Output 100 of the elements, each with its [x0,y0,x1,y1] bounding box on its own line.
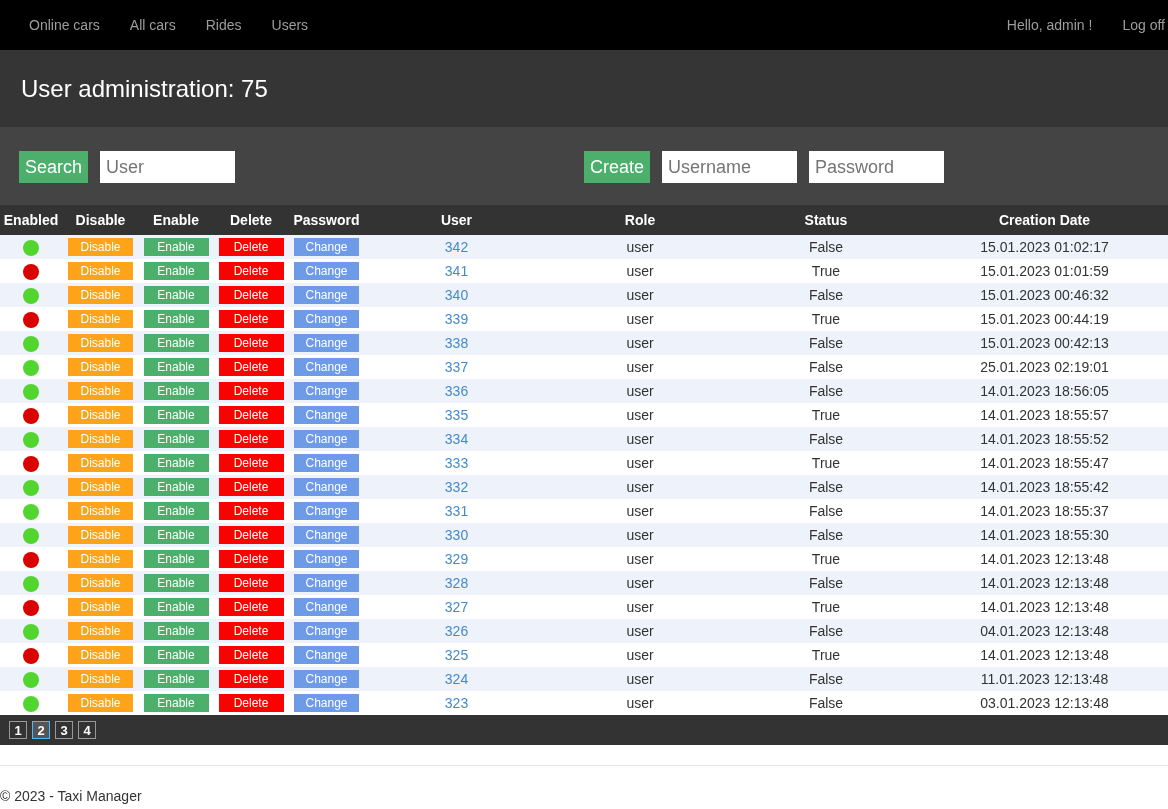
delete-button[interactable]: Delete [218,550,284,569]
user-link[interactable]: 339 [444,311,469,327]
disable-button[interactable]: Disable [68,286,133,305]
create-button[interactable]: Create [584,151,651,183]
disable-button[interactable]: Disable [68,430,133,449]
change-password-button[interactable]: Change [294,406,359,425]
password-field[interactable]: Password [809,151,945,183]
page-button[interactable]: 2 [32,721,50,739]
delete-button[interactable]: Delete [218,598,284,617]
disable-button[interactable]: Disable [68,646,133,665]
delete-button[interactable]: Delete [218,358,284,377]
disable-button[interactable]: Disable [68,358,133,377]
enable-button[interactable]: Enable [143,598,209,617]
enable-button[interactable]: Enable [143,478,209,497]
delete-button[interactable]: Delete [218,406,284,425]
enable-button[interactable]: Enable [143,502,209,521]
user-link[interactable]: 338 [444,335,469,351]
delete-button[interactable]: Delete [218,478,284,497]
nav-link[interactable]: Users [271,17,309,33]
delete-button[interactable]: Delete [218,238,284,257]
delete-button[interactable]: Delete [218,262,284,281]
change-password-button[interactable]: Change [294,622,359,641]
enable-button[interactable]: Enable [143,646,209,665]
disable-button[interactable]: Disable [68,694,133,713]
enable-button[interactable]: Enable [143,286,209,305]
change-password-button[interactable]: Change [294,286,359,305]
nav-link[interactable]: All cars [129,17,176,33]
disable-button[interactable]: Disable [68,598,133,617]
nav-link[interactable]: Rides [205,17,242,33]
delete-button[interactable]: Delete [218,382,284,401]
disable-button[interactable]: Disable [68,478,133,497]
user-link[interactable]: 342 [444,239,469,255]
change-password-button[interactable]: Change [294,598,359,617]
change-password-button[interactable]: Change [294,526,359,545]
user-search-field[interactable]: User [100,151,236,183]
delete-button[interactable]: Delete [218,286,284,305]
user-link[interactable]: 328 [444,575,469,591]
disable-button[interactable]: Disable [68,262,133,281]
delete-button[interactable]: Delete [218,574,284,593]
enable-button[interactable]: Enable [143,382,209,401]
enable-button[interactable]: Enable [143,238,209,257]
delete-button[interactable]: Delete [218,334,284,353]
user-link[interactable]: 327 [444,599,469,615]
user-link[interactable]: 336 [444,383,469,399]
change-password-button[interactable]: Change [294,382,359,401]
change-password-button[interactable]: Change [294,646,359,665]
change-password-button[interactable]: Change [294,358,359,377]
user-link[interactable]: 329 [444,551,469,567]
nav-link[interactable]: Online cars [29,17,100,33]
change-password-button[interactable]: Change [294,478,359,497]
enable-button[interactable]: Enable [143,574,209,593]
page-button[interactable]: 1 [9,721,27,739]
change-password-button[interactable]: Change [294,238,359,257]
search-button[interactable]: Search [19,151,89,183]
enable-button[interactable]: Enable [143,454,209,473]
delete-button[interactable]: Delete [218,670,284,689]
change-password-button[interactable]: Change [294,574,359,593]
enable-button[interactable]: Enable [143,622,209,641]
user-link[interactable]: 334 [444,431,469,447]
disable-button[interactable]: Disable [68,670,133,689]
page-button[interactable]: 3 [55,721,73,739]
user-link[interactable]: 324 [444,671,469,687]
user-link[interactable]: 340 [444,287,469,303]
page-button[interactable]: 4 [78,721,96,739]
user-link[interactable]: 333 [444,455,469,471]
change-password-button[interactable]: Change [294,550,359,569]
enable-button[interactable]: Enable [143,334,209,353]
disable-button[interactable]: Disable [68,622,133,641]
change-password-button[interactable]: Change [294,502,359,521]
enable-button[interactable]: Enable [143,526,209,545]
delete-button[interactable]: Delete [218,454,284,473]
delete-button[interactable]: Delete [218,310,284,329]
log-off-link[interactable]: Log off [1122,17,1165,33]
user-link[interactable]: 335 [444,407,469,423]
enable-button[interactable]: Enable [143,430,209,449]
user-link[interactable]: 337 [444,359,469,375]
disable-button[interactable]: Disable [68,238,133,257]
change-password-button[interactable]: Change [294,430,359,449]
user-link[interactable]: 331 [444,503,469,519]
user-link[interactable]: 325 [444,647,469,663]
delete-button[interactable]: Delete [218,430,284,449]
disable-button[interactable]: Disable [68,526,133,545]
change-password-button[interactable]: Change [294,694,359,713]
user-link[interactable]: 323 [444,695,469,711]
enable-button[interactable]: Enable [143,670,209,689]
change-password-button[interactable]: Change [294,454,359,473]
change-password-button[interactable]: Change [294,310,359,329]
username-field[interactable]: Username [662,151,798,183]
enable-button[interactable]: Enable [143,262,209,281]
disable-button[interactable]: Disable [68,310,133,329]
enable-button[interactable]: Enable [143,694,209,713]
change-password-button[interactable]: Change [294,334,359,353]
user-link[interactable]: 332 [444,479,469,495]
delete-button[interactable]: Delete [218,526,284,545]
disable-button[interactable]: Disable [68,574,133,593]
disable-button[interactable]: Disable [68,502,133,521]
disable-button[interactable]: Disable [68,382,133,401]
change-password-button[interactable]: Change [294,670,359,689]
disable-button[interactable]: Disable [68,406,133,425]
disable-button[interactable]: Disable [68,550,133,569]
